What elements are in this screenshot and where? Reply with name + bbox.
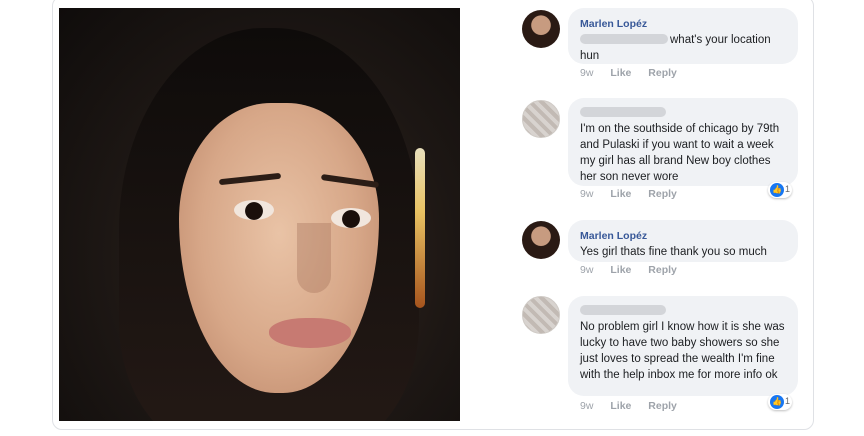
comment-bubble: Marlen Lopéz what's your location hun [568, 8, 798, 64]
comment-meta: 9w Like Reply [580, 400, 691, 412]
redacted-mention [580, 34, 668, 44]
reply-link[interactable]: Reply [648, 400, 677, 412]
comment-bubble: I'm on the southside of chicago by 79th … [568, 98, 798, 186]
commenter-avatar[interactable] [522, 10, 560, 48]
reaction-count[interactable]: 👍 1 [768, 182, 792, 198]
reaction-count[interactable]: 👍 1 [768, 394, 792, 410]
comment-author[interactable]: Marlen Lopéz [580, 228, 786, 244]
comment-time[interactable]: 9w [580, 264, 593, 276]
commenter-avatar[interactable] [522, 296, 560, 334]
comment-meta: 9w Like Reply [580, 67, 691, 79]
comment-meta: 9w Like Reply [580, 188, 691, 200]
comment-text: Yes girl thats fine thank you so much [580, 246, 767, 258]
redacted-author [580, 107, 666, 117]
comment-author[interactable]: Marlen Lopéz [580, 16, 786, 32]
comment-time[interactable]: 9w [580, 400, 593, 412]
redacted-author [580, 305, 666, 315]
comment-text: No problem girl I know how it is she was… [580, 321, 785, 381]
reply-link[interactable]: Reply [648, 67, 677, 79]
like-link[interactable]: Like [610, 67, 631, 79]
like-link[interactable]: Like [610, 400, 631, 412]
like-link[interactable]: Like [610, 264, 631, 276]
comment-time[interactable]: 9w [580, 67, 593, 79]
thumbs-up-icon: 👍 [770, 183, 784, 197]
thumbs-up-icon: 👍 [770, 395, 784, 409]
comment-time[interactable]: 9w [580, 188, 593, 200]
comment-bubble: Marlen Lopéz Yes girl thats fine thank y… [568, 220, 798, 262]
comment-text: I'm on the southside of chicago by 79th … [580, 123, 780, 183]
reply-link[interactable]: Reply [648, 264, 677, 276]
post-photo [59, 8, 460, 421]
like-link[interactable]: Like [610, 188, 631, 200]
reply-link[interactable]: Reply [648, 188, 677, 200]
comment-meta: 9w Like Reply [580, 264, 691, 276]
commenter-avatar[interactable] [522, 100, 560, 138]
commenter-avatar[interactable] [522, 221, 560, 259]
comment-bubble: No problem girl I know how it is she was… [568, 296, 798, 396]
